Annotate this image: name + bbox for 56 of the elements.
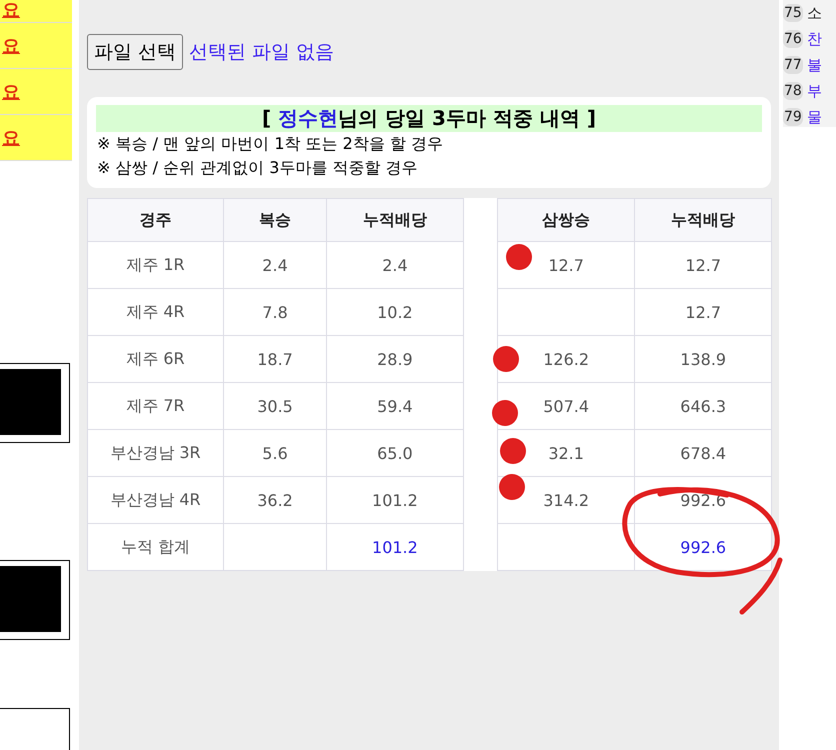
item-number: 79 (783, 108, 803, 126)
table-cell: 101.2 (326, 476, 464, 524)
table-cell: 7.8 (223, 288, 327, 336)
file-select-button[interactable]: 파일 선택 (87, 34, 184, 70)
table-cell: 678.4 (634, 430, 772, 476)
annotation-dot (500, 438, 526, 464)
note-text: ※ 삼쌍 / 순위 관계없이 3두마를 적중할 경우 (96, 157, 419, 179)
item-number: 75 (783, 4, 803, 22)
table-cell: 제주 6R (88, 336, 224, 382)
side-link[interactable]: 찬 (806, 30, 822, 48)
menu-link[interactable]: 요 (2, 34, 20, 58)
table-cell: 65.0 (326, 430, 464, 476)
table-cell: 18.7 (223, 336, 327, 382)
column-header: 삼쌍승 (497, 198, 635, 242)
annotation-dot (499, 474, 525, 500)
menu-link[interactable]: 요 (2, 80, 20, 104)
table-cell: 101.2 (326, 524, 464, 570)
side-link[interactable]: 소 (806, 4, 822, 22)
column-header: 누적배당 (634, 198, 772, 242)
table-cell: 28.9 (326, 336, 464, 382)
column-header: 경주 (88, 198, 224, 242)
item-number: 76 (783, 30, 803, 48)
column-header: 누적배당 (326, 198, 464, 242)
summary-title: [ 정수현님의 당일 3두마 적중 내역 ] (96, 105, 762, 132)
menu-link[interactable]: 요 (2, 126, 20, 150)
side-link[interactable]: 불 (806, 56, 822, 74)
table-cell: 12.7 (634, 242, 772, 288)
annotation-dot (492, 400, 518, 426)
table-cell: 30.5 (223, 382, 327, 430)
table-cell: 제주 7R (88, 382, 224, 430)
table-cell: 646.3 (634, 382, 772, 430)
table-cell: 59.4 (326, 382, 464, 430)
table-cell: 제주 1R (88, 242, 224, 288)
column-header: 복승 (223, 198, 327, 242)
annotation-dot (493, 346, 519, 372)
menu-link[interactable]: 요 (2, 0, 20, 22)
table-cell: 2.4 (326, 242, 464, 288)
table-cell: 36.2 (223, 476, 327, 524)
note-text: ※ 복승 / 맨 앞의 마번이 1착 또는 2착을 할 경우 (96, 133, 444, 155)
table-cell: 992.6 (634, 476, 772, 524)
item-number: 77 (783, 56, 803, 74)
side-link[interactable]: 물 (806, 108, 822, 126)
table-cell: 992.6 (634, 524, 772, 570)
table-cell: 138.9 (634, 336, 772, 382)
table-cell: 12.7 (634, 288, 772, 336)
table-cell: 10.2 (326, 288, 464, 336)
table-cell: 부산경남 3R (88, 430, 224, 476)
table-cell: 부산경남 4R (88, 476, 224, 524)
side-link[interactable]: 부 (806, 82, 822, 100)
annotation-dot (506, 244, 532, 270)
table-cell: 5.6 (223, 430, 327, 476)
table-cell: 제주 4R (88, 288, 224, 336)
table-cell: 2.4 (223, 242, 327, 288)
table-cell: 누적 합계 (88, 524, 224, 570)
file-status: 선택된 파일 없음 (189, 40, 334, 64)
item-number: 78 (783, 82, 803, 100)
